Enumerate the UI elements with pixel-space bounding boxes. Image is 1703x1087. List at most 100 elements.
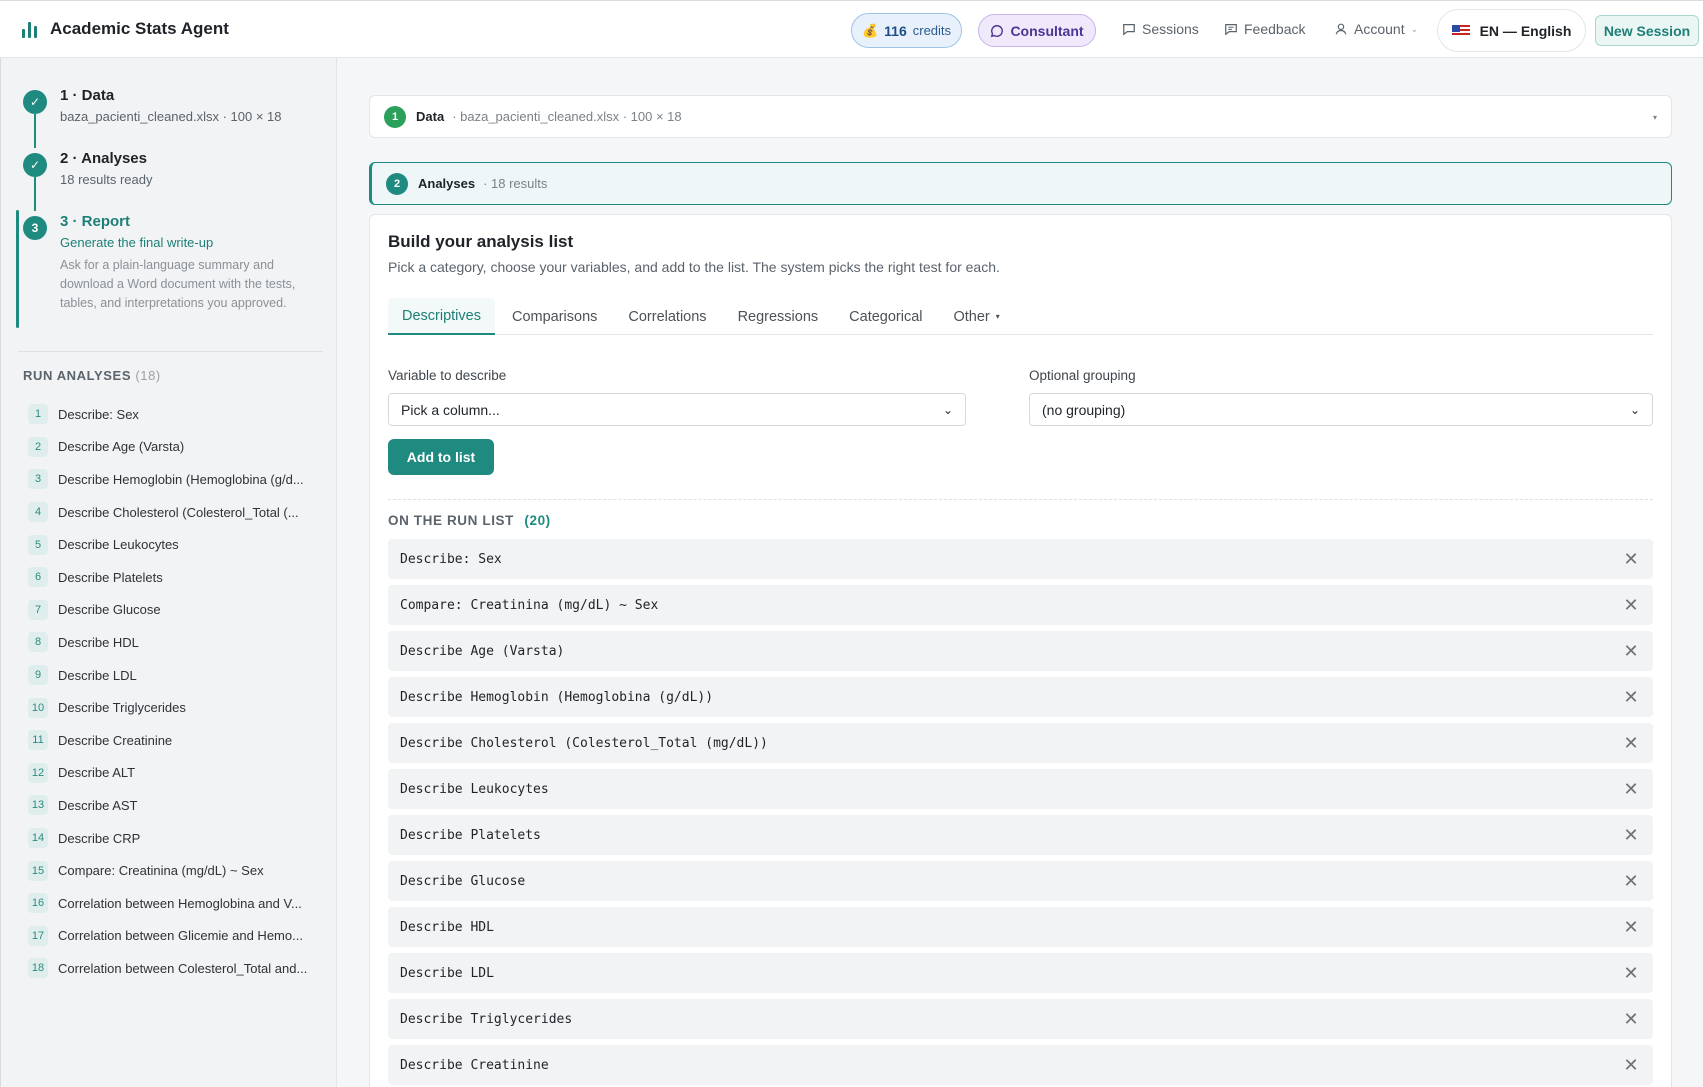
close-icon[interactable]: ✕	[1621, 917, 1641, 938]
tab-categorical[interactable]: Categorical	[835, 298, 936, 335]
app-title: Academic Stats Agent	[50, 19, 229, 38]
run-analyses-title: RUN ANALYSES	[23, 368, 132, 383]
item-label: Describe Triglycerides	[58, 700, 186, 716]
language-selector[interactable]: EN — English	[1437, 9, 1586, 52]
run-list-item-label: Describe Age (Varsta)	[400, 643, 565, 659]
card-meta: · 18 results	[483, 176, 548, 191]
item-number: 11	[28, 730, 48, 751]
run-analysis-item[interactable]: 13 Describe AST	[28, 789, 328, 822]
step-title: 1 · Data	[60, 87, 115, 104]
feedback-link[interactable]: Feedback	[1224, 21, 1305, 37]
run-analysis-item[interactable]: 17 Correlation between Glicemie and Hemo.…	[28, 920, 328, 953]
run-list-item: Describe Age (Varsta) ✕	[388, 631, 1653, 671]
tab-correlations[interactable]: Correlations	[614, 298, 720, 335]
item-number: 6	[28, 567, 48, 588]
analyses-step-card[interactable]: 2 Analyses · 18 results	[369, 162, 1672, 205]
item-label: Describe AST	[58, 797, 138, 813]
variable-select-value: Pick a column...	[401, 401, 500, 418]
step-description: Ask for a plain-language summary and dow…	[60, 258, 296, 310]
close-icon[interactable]: ✕	[1621, 687, 1641, 708]
run-analysis-item[interactable]: 9 Describe LDL	[28, 659, 328, 692]
chevron-down-icon: ⌄	[1410, 23, 1419, 34]
account-menu[interactable]: Account ⌄	[1334, 21, 1418, 37]
run-analysis-item[interactable]: 11 Describe Creatinine	[28, 724, 328, 757]
run-analysis-item[interactable]: 4 Describe Cholesterol (Colesterol_Total …	[28, 496, 328, 529]
item-number: 16	[28, 893, 48, 914]
item-label: Describe Cholesterol (Colesterol_Total (…	[58, 504, 299, 520]
item-label: Describe LDL	[58, 667, 137, 683]
step-connector	[34, 177, 36, 211]
run-analysis-item[interactable]: 3 Describe Hemoglobin (Hemoglobina (g/d..…	[28, 463, 328, 496]
close-icon[interactable]: ✕	[1621, 595, 1641, 616]
sessions-label: Sessions	[1142, 21, 1199, 37]
run-list-item-label: Describe Creatinine	[400, 1057, 549, 1073]
chat-bubble-icon	[991, 24, 1004, 37]
run-analysis-item[interactable]: 14 Describe CRP	[28, 822, 328, 855]
tab-regressions[interactable]: Regressions	[724, 298, 833, 335]
item-label: Describe ALT	[58, 765, 136, 781]
run-analysis-item[interactable]: 10 Describe Triglycerides	[28, 691, 328, 724]
bar-chart-icon	[22, 20, 40, 38]
add-to-list-button[interactable]: Add to list	[388, 439, 494, 475]
step-number: 2	[386, 172, 408, 195]
close-icon[interactable]: ✕	[1621, 1009, 1641, 1030]
run-list-title: ON THE RUN LIST	[388, 513, 514, 528]
check-icon: ✓	[23, 90, 47, 114]
close-icon[interactable]: ✕	[1621, 733, 1641, 754]
run-analysis-item[interactable]: 18 Correlation between Colesterol_Total a…	[28, 952, 328, 985]
run-analysis-item[interactable]: 16 Correlation between Hemoglobina and V.…	[28, 887, 328, 920]
item-number: 7	[28, 599, 48, 620]
grouping-select[interactable]: (no grouping) ⌄	[1029, 393, 1653, 426]
caret-down-icon: ▾	[995, 312, 1000, 321]
run-analyses-heading: RUN ANALYSES (18)	[23, 368, 161, 383]
item-number: 8	[28, 632, 48, 653]
credits-badge[interactable]: 💰 116 credits	[851, 13, 962, 48]
item-number: 9	[28, 665, 48, 686]
run-analysis-item[interactable]: 8 Describe HDL	[28, 626, 328, 659]
run-analysis-item[interactable]: 7 Describe Glucose	[28, 594, 328, 627]
close-icon[interactable]: ✕	[1621, 779, 1641, 800]
caret-down-icon[interactable]: ▾	[1653, 113, 1657, 122]
item-number: 14	[28, 828, 48, 849]
run-list-item: Describe Platelets ✕	[388, 815, 1653, 855]
new-session-button[interactable]: New Session	[1595, 15, 1699, 46]
step-connector	[34, 114, 36, 148]
credits-count: 116	[884, 22, 907, 39]
run-analysis-item[interactable]: 5 Describe Leukocytes	[28, 528, 328, 561]
chevron-down-icon: ⌄	[1629, 402, 1640, 417]
sidebar: ✓ 1 · Data baza_pacienti_cleaned.xlsx · …	[0, 58, 337, 1087]
run-analysis-item[interactable]: 12 Describe ALT	[28, 757, 328, 790]
tab-other[interactable]: Other ▾	[940, 298, 1014, 335]
run-list-item: Describe Leukocytes ✕	[388, 769, 1653, 809]
run-list-item: Describe Hemoglobin (Hemoglobina (g/dL))…	[388, 677, 1653, 717]
analysis-builder: Build your analysis list Pick a category…	[369, 214, 1672, 1087]
variable-select[interactable]: Pick a column... ⌄	[388, 393, 966, 426]
divider	[18, 351, 323, 352]
item-number: 15	[28, 860, 48, 881]
close-icon[interactable]: ✕	[1621, 871, 1641, 892]
close-icon[interactable]: ✕	[1621, 1055, 1641, 1076]
language-label: EN — English	[1479, 22, 1572, 39]
data-step-card[interactable]: 1 Data · baza_pacienti_cleaned.xlsx · 10…	[369, 95, 1672, 138]
item-number: 3	[28, 469, 48, 490]
consultant-button[interactable]: Consultant	[978, 14, 1096, 47]
run-list-item-label: Describe Leukocytes	[400, 781, 549, 797]
sessions-link[interactable]: Sessions	[1122, 21, 1199, 37]
item-number: 17	[28, 925, 48, 946]
run-analysis-item[interactable]: 6 Describe Platelets	[28, 561, 328, 594]
run-analysis-item[interactable]: 1 Describe: Sex	[28, 398, 328, 431]
close-icon[interactable]: ✕	[1621, 825, 1641, 846]
close-icon[interactable]: ✕	[1621, 963, 1641, 984]
run-list-item: Describe Triglycerides ✕	[388, 999, 1653, 1039]
tab-other-label: Other	[953, 308, 990, 325]
divider	[388, 499, 1653, 500]
user-icon	[1335, 23, 1347, 35]
brand[interactable]: Academic Stats Agent	[22, 19, 229, 39]
close-icon[interactable]: ✕	[1621, 549, 1641, 570]
tab-descriptives[interactable]: Descriptives	[388, 298, 495, 335]
tab-comparisons[interactable]: Comparisons	[498, 298, 611, 335]
close-icon[interactable]: ✕	[1621, 641, 1641, 662]
item-number: 2	[28, 436, 48, 457]
run-analysis-item[interactable]: 2 Describe Age (Varsta)	[28, 431, 328, 464]
run-analysis-item[interactable]: 15 Compare: Creatinina (mg/dL) ~ Sex	[28, 854, 328, 887]
